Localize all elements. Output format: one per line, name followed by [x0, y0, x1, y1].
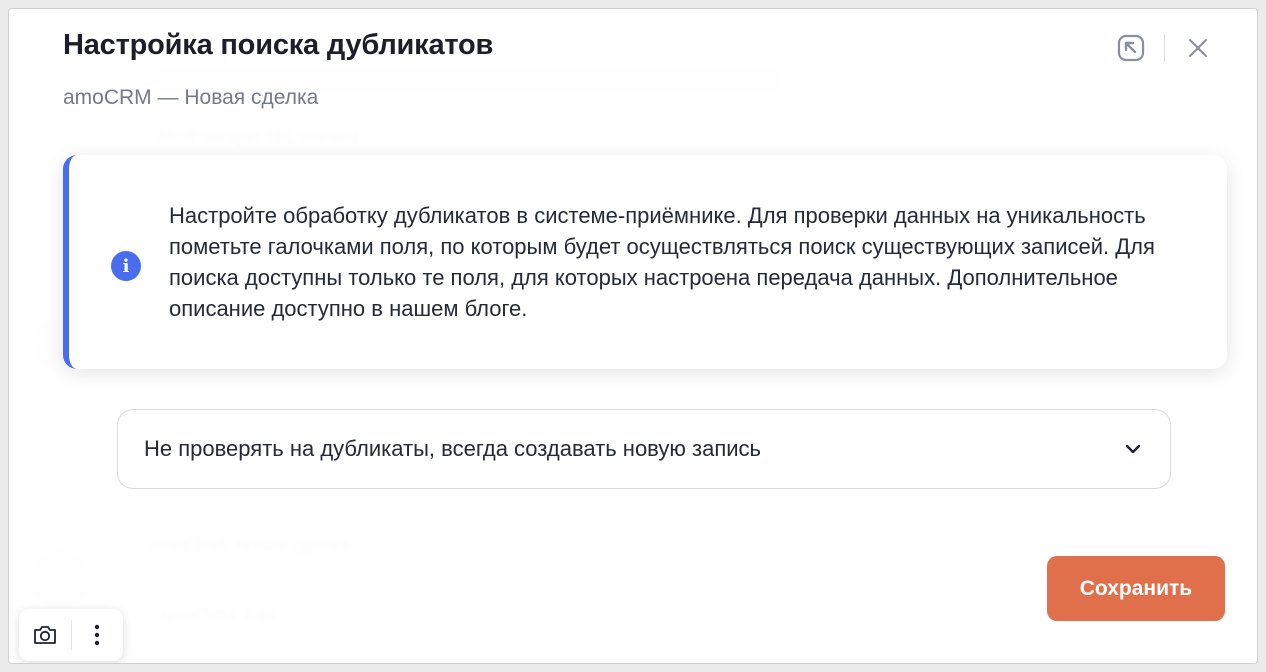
close-icon[interactable]	[1181, 31, 1215, 65]
floating-toolbar	[19, 609, 123, 661]
info-icon: i	[111, 251, 141, 281]
info-callout: i Настройте обработку дубликатов в систе…	[63, 155, 1227, 369]
chevron-down-icon	[1122, 438, 1144, 460]
duplicate-mode-selected-value: Не проверять на дубликаты, всегда создав…	[144, 436, 761, 461]
duplicate-search-settings-modal: Настройка поиска дубликатов amoCRM — Нов…	[9, 9, 1257, 663]
modal-subtitle: amoCRM — Новая сделка	[63, 86, 319, 109]
duplicate-mode-select[interactable]: Не проверять на дубликаты, всегда создав…	[117, 409, 1171, 489]
modal-header-actions	[1114, 31, 1215, 65]
header-separator	[1164, 35, 1165, 61]
app-window: Мой аккаунт UK Wanted amoCRM: Новая сдел…	[8, 8, 1258, 664]
modal-title: Настройка поиска дубликатов	[63, 29, 494, 61]
collapse-arrow-icon[interactable]	[1114, 31, 1148, 65]
save-button[interactable]: Сохранить	[1047, 556, 1225, 621]
screenshot-camera-icon[interactable]	[19, 609, 71, 661]
info-text: Настройте обработку дубликатов в системе…	[169, 203, 1155, 321]
more-vertical-icon[interactable]	[71, 609, 123, 661]
